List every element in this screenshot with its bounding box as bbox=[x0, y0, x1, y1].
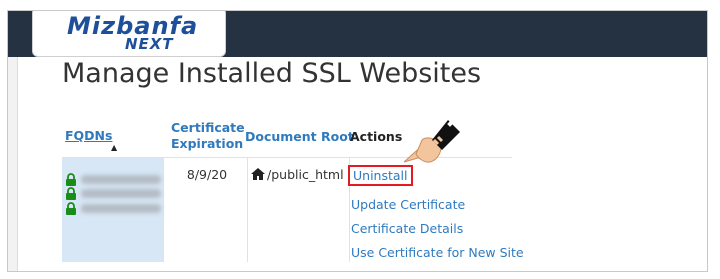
home-icon bbox=[251, 168, 265, 180]
column-header-document-root[interactable]: Document Root bbox=[245, 129, 354, 145]
column-header-fqdns[interactable]: FQDNs bbox=[65, 128, 112, 144]
logo[interactable]: Mizbanfa NEXT bbox=[32, 11, 226, 57]
document-root-path: /public_html bbox=[267, 167, 344, 182]
lock-icon bbox=[66, 173, 76, 186]
document-root-value: /public_html bbox=[251, 167, 344, 182]
column-divider bbox=[247, 158, 248, 262]
certificate-expiration-value: 8/9/20 bbox=[186, 167, 228, 182]
certificate-details-link[interactable]: Certificate Details bbox=[351, 221, 463, 236]
column-divider bbox=[163, 158, 164, 262]
redacted-domain bbox=[81, 189, 161, 198]
logo-sub-text: NEXT bbox=[125, 35, 174, 53]
redacted-domain bbox=[81, 204, 161, 213]
sidebar-strip bbox=[8, 57, 18, 271]
column-header-actions: Actions bbox=[350, 129, 403, 144]
redacted-domain bbox=[81, 175, 161, 184]
lock-icon bbox=[66, 187, 76, 200]
pointing-hand-icon bbox=[403, 120, 460, 163]
lock-icon bbox=[66, 202, 76, 215]
column-header-certificate-expiration[interactable]: Certificate Expiration bbox=[171, 120, 245, 152]
use-certificate-for-new-site-link[interactable]: Use Certificate for New Site bbox=[351, 245, 524, 260]
sort-ascending-icon[interactable]: ▲ bbox=[111, 143, 117, 152]
update-certificate-link[interactable]: Update Certificate bbox=[351, 197, 465, 212]
page-title: Manage Installed SSL Websites bbox=[62, 58, 482, 89]
